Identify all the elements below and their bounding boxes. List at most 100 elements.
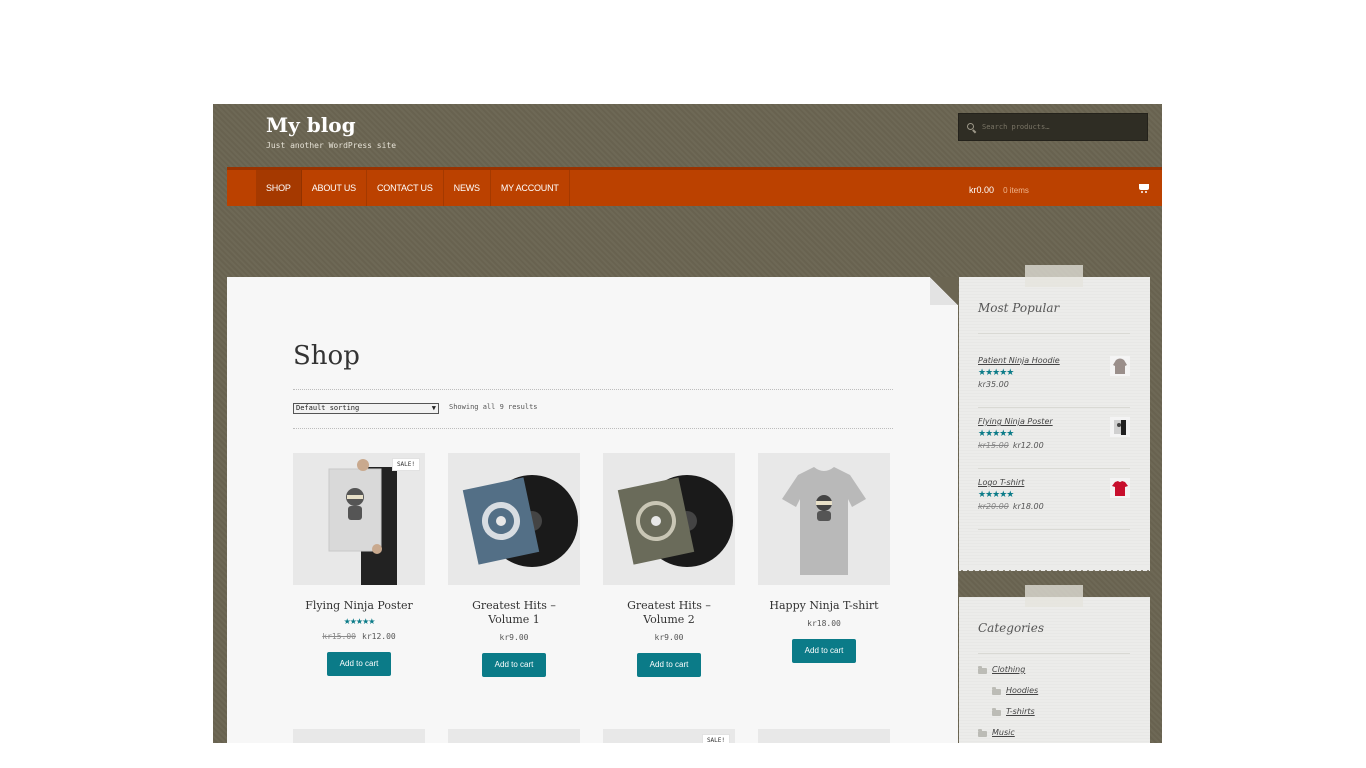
nav-item-my-account[interactable]: My Account — [491, 170, 570, 206]
page-corner-fold — [930, 277, 958, 305]
product-card: Greatest Hits – Volume 1 kr9.00 Add to c… — [448, 453, 580, 677]
sale-price: kr12.00 — [362, 632, 396, 641]
product-thumbnail[interactable] — [1110, 417, 1130, 437]
sale-price: kr18.00 — [1012, 502, 1044, 511]
category-link-tshirts[interactable]: T-shirts — [1006, 707, 1035, 716]
divider — [293, 428, 893, 429]
regular-price: kr15.00 — [978, 441, 1009, 450]
poster-icon — [1114, 420, 1126, 435]
product-image[interactable] — [758, 453, 890, 585]
popular-product-item: Flying Ninja Poster ★★★★★ kr15.00 kr12.00 — [978, 417, 1130, 450]
product-card: SALE! Flying Ninja Poster ★★★★★ kr15.00 k… — [293, 453, 425, 676]
dropdown-arrow-icon: ▼ — [431, 404, 436, 412]
product-title[interactable]: Flying Ninja Poster — [297, 599, 421, 613]
category-link-clothing[interactable]: Clothing — [992, 665, 1025, 674]
nav-item-shop[interactable]: Shop — [256, 170, 302, 206]
sale-badge: SALE! — [701, 734, 730, 743]
divider — [978, 333, 1130, 334]
cart-count: 0 items — [1003, 186, 1029, 195]
red-tshirt-icon — [1112, 481, 1128, 496]
product-price: kr15.00 kr12.00 — [978, 441, 1130, 450]
folder-icon — [992, 708, 1001, 716]
regular-price: kr15.00 — [322, 632, 356, 641]
popular-product-link[interactable]: Flying Ninja Poster — [978, 417, 1130, 426]
divider — [978, 653, 1130, 654]
nav-item-contact-us[interactable]: Contact Us — [367, 170, 444, 206]
widget-categories: Categories Clothing Hoodies T-shirts Mus… — [959, 585, 1150, 743]
star-rating: ★★★★★ — [978, 429, 1014, 439]
nav-menu: Shop About Us Contact Us News My Account — [256, 170, 570, 206]
nav-item-about-us[interactable]: About Us — [302, 170, 367, 206]
popular-product-item: Patient Ninja Hoodie ★★★★★ kr35.00 — [978, 356, 1130, 389]
add-to-cart-button[interactable]: Add to cart — [326, 652, 392, 676]
widget-title: Most Popular — [978, 301, 1060, 315]
shopping-basket-icon[interactable] — [1139, 184, 1149, 193]
sorting-selected-value: Default sorting — [296, 404, 360, 412]
product-price: kr9.00 — [499, 633, 529, 642]
tape-decoration — [1025, 265, 1083, 287]
product-image[interactable] — [758, 729, 890, 743]
tshirt-image-icon — [782, 467, 866, 575]
product-image[interactable]: SALE! — [293, 453, 425, 585]
divider — [978, 529, 1130, 530]
hoodie-icon — [1113, 358, 1127, 374]
widget-title: Categories — [978, 621, 1044, 635]
result-count: Showing all 9 results — [449, 403, 538, 411]
torn-edge-decoration — [959, 565, 1150, 571]
sale-badge: SALE! — [391, 458, 420, 471]
regular-price: kr20.00 — [978, 502, 1009, 511]
product-title[interactable]: Greatest Hits – Volume 1 — [452, 599, 576, 627]
folder-icon — [978, 666, 987, 674]
product-image[interactable] — [603, 453, 735, 585]
poster-image-icon — [328, 459, 397, 585]
product-card: Greatest Hits – Volume 2 kr9.00 Add to c… — [603, 453, 735, 677]
product-thumbnail[interactable] — [1110, 478, 1130, 498]
add-to-cart-button[interactable]: Add to cart — [481, 653, 547, 677]
site-title[interactable]: My blog — [266, 113, 396, 137]
folder-icon — [978, 729, 987, 737]
sorting-select[interactable]: Default sorting ▼ — [293, 403, 439, 414]
vinyl-album-icon — [617, 475, 733, 567]
product-image[interactable]: SALE! — [603, 729, 735, 743]
popular-product-link[interactable]: Logo T-shirt — [978, 478, 1130, 487]
site-wrapper: My blog Just another WordPress site Shop… — [213, 104, 1162, 743]
product-price: kr9.00 — [654, 633, 684, 642]
product-title[interactable]: Greatest Hits – Volume 2 — [607, 599, 731, 627]
tape-decoration — [1025, 585, 1083, 607]
nav-item-news[interactable]: News — [444, 170, 491, 206]
product-title[interactable]: Happy Ninja T-shirt — [762, 599, 886, 613]
popular-product-item: Logo T-shirt ★★★★★ kr20.00 kr18.00 — [978, 478, 1130, 511]
popular-product-link[interactable]: Patient Ninja Hoodie — [978, 356, 1130, 365]
category-link-music[interactable]: Music — [992, 728, 1015, 737]
site-branding: My blog Just another WordPress site — [266, 113, 396, 150]
widget-most-popular: Most Popular Patient Ninja Hoodie ★★★★★ … — [959, 265, 1150, 571]
star-rating: ★★★★★ — [978, 368, 1014, 378]
product-image[interactable] — [448, 453, 580, 585]
product-price: kr35.00 — [978, 380, 1009, 389]
primary-navigation: Shop About Us Contact Us News My Account… — [227, 167, 1162, 206]
product-thumbnail[interactable] — [1110, 356, 1130, 376]
divider — [978, 468, 1130, 469]
product-price: kr20.00 kr18.00 — [978, 502, 1130, 511]
product-card: Happy Ninja T-shirt kr18.00 Add to cart — [758, 453, 890, 663]
product-image[interactable] — [293, 729, 425, 743]
divider — [293, 389, 893, 390]
cart-amount: kr0.00 — [969, 185, 995, 195]
product-search[interactable] — [958, 113, 1148, 141]
add-to-cart-button[interactable]: Add to cart — [791, 639, 857, 663]
star-rating: ★★★★★ — [343, 617, 376, 626]
folder-icon — [992, 687, 1001, 695]
category-link-hoodies[interactable]: Hoodies — [1006, 686, 1038, 695]
product-price: kr15.00 kr12.00 — [293, 632, 425, 641]
site-description: Just another WordPress site — [266, 141, 397, 150]
add-to-cart-button[interactable]: Add to cart — [636, 653, 702, 677]
product-image[interactable] — [448, 729, 580, 743]
page-title: Shop — [293, 341, 360, 371]
vinyl-album-icon — [462, 475, 578, 567]
search-icon — [967, 122, 976, 132]
product-price: kr18.00 — [807, 619, 841, 628]
search-input[interactable] — [982, 123, 1142, 131]
main-content: Shop Default sorting ▼ Showing all 9 res… — [227, 277, 958, 743]
star-rating: ★★★★★ — [978, 490, 1014, 500]
header-cart[interactable]: kr0.00 0 items — [969, 170, 1149, 206]
